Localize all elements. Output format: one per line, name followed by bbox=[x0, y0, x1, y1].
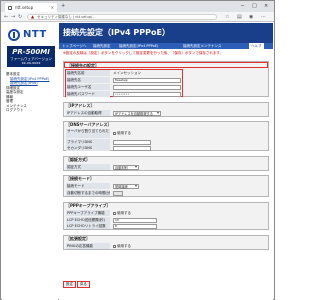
tab-top[interactable]: トップページへ bbox=[62, 43, 86, 49]
select-value: 常時接続 bbox=[115, 185, 128, 189]
browser-window: ntt.setup × + ─ □ × ← → ↻ ▲ セキュリティ保護なし |… bbox=[0, 0, 275, 300]
brand-name: NTT bbox=[23, 29, 47, 40]
page-banner: 接続先設定（IPv4 PPPoE） bbox=[59, 23, 273, 43]
ip-mode-select[interactable]: IPアドレスを自動取得する bbox=[113, 111, 161, 116]
checkbox-label: 使用する bbox=[117, 131, 131, 135]
field-label: PINGの応答機能 bbox=[66, 243, 110, 249]
select-value: 自動判別 bbox=[115, 166, 128, 170]
tab-help[interactable]: ヘルプ bbox=[249, 43, 264, 49]
password-input[interactable]: •••••••• bbox=[113, 92, 181, 97]
echo-interval-input[interactable]: 10 bbox=[113, 218, 157, 223]
close-window-icon[interactable]: × bbox=[264, 3, 268, 9]
page-title: 接続先設定（IPv4 PPPoE） bbox=[63, 28, 170, 37]
model-badge: PR-500MI ファームウェアバージョン xx.xx.xxxx bbox=[7, 46, 55, 67]
profile-icon[interactable]: ◉ bbox=[249, 14, 253, 20]
sidebar: NTT PR-500MI ファームウェアバージョン xx.xx.xxxx 基本設… bbox=[2, 23, 58, 300]
firmware-version: xx.xx.xxxx bbox=[21, 61, 41, 65]
secondary-dns-input[interactable] bbox=[113, 146, 151, 151]
sidebar-menu: 基本設定 接続先設定(IPv4 PPPoE) 接続先設定(IPv6) 詳細設定 高度な設… bbox=[6, 72, 58, 113]
section-connection-mode: ［接続モード］ 接続モード 常時接続 自動切断するまでの時間(分) bbox=[63, 175, 269, 197]
forward-icon[interactable]: → bbox=[11, 14, 15, 20]
ntt-logo: NTT bbox=[8, 29, 52, 41]
field-value: メインセッション bbox=[113, 71, 141, 75]
section-auth: ［認証方式］ 認証方式 自動判別 bbox=[63, 156, 269, 171]
address-text: セキュリティ保護なし | ntt.setup/... bbox=[37, 15, 96, 19]
field-label: 接続先名 bbox=[66, 77, 110, 83]
minimize-icon[interactable]: ─ bbox=[241, 3, 244, 9]
back-button[interactable]: 戻る bbox=[77, 281, 90, 288]
select-value: IPアドレスを自動取得する bbox=[115, 112, 153, 116]
input-value: 6 bbox=[115, 224, 117, 228]
address-bar-row: ← → ↻ ▲ セキュリティ保護なし | ntt.setup/... ☆ ▤ ◉… bbox=[1, 12, 274, 22]
field-label: IPアドレスの自動取得 bbox=[66, 110, 110, 116]
section-header: ［PPPキープアライブ］ bbox=[66, 203, 111, 208]
dns-assigned-checkbox[interactable]: 使用する bbox=[113, 130, 131, 136]
section-header: ［接続モード］ bbox=[66, 176, 94, 181]
page-icon bbox=[8, 6, 12, 10]
keepalive-checkbox[interactable]: 使用する bbox=[113, 210, 131, 216]
section-header: ［IPアドレス］ bbox=[66, 103, 95, 108]
section-ip-address: ［IPアドレス］ IPアドレスの自動取得 IPアドレスを自動取得する bbox=[63, 102, 269, 117]
tab-connection[interactable]: 接続先設定 bbox=[93, 43, 111, 49]
checkbox-icon bbox=[113, 244, 116, 248]
tab-maintenance[interactable]: 接続先設定メンテナンス bbox=[183, 43, 221, 49]
field-label: PPPキープアライブ機能 bbox=[66, 210, 110, 216]
section-header: ［認証方式］ bbox=[66, 157, 90, 162]
input-value: 10 bbox=[115, 218, 119, 222]
username-input[interactable] bbox=[113, 85, 181, 90]
field-label: 接続先パスワード bbox=[66, 91, 110, 97]
browser-tab[interactable]: ntt.setup × bbox=[5, 3, 57, 12]
primary-dns-input[interactable] bbox=[113, 140, 151, 145]
checkbox-label: 使用する bbox=[117, 244, 131, 248]
collections-icon[interactable]: ▤ bbox=[237, 14, 242, 20]
input-value: flesetsjp bbox=[115, 78, 128, 82]
checkbox-label: 使用する bbox=[117, 211, 131, 215]
new-tab-icon[interactable]: + bbox=[61, 4, 65, 9]
notice-text: ※設定の反映は［設定］ボタンをクリックして設定変更を行った後、［保存］ボタンで保… bbox=[63, 51, 223, 55]
reload-icon[interactable]: ↻ bbox=[18, 14, 22, 20]
section-keepalive: ［PPPキープアライブ］ PPPキープアライブ機能 使用する LCP ECHO送… bbox=[63, 202, 269, 230]
disconnect-minutes-input[interactable] bbox=[113, 191, 123, 196]
section-dns: ［DNSサーバアドレス］ サーバから割り当てられたアドレス 使用する プライマリ… bbox=[63, 121, 269, 151]
input-value: •••••••• bbox=[115, 92, 130, 96]
back-icon[interactable]: ← bbox=[4, 14, 8, 20]
tab-bar: ntt.setup × + ─ □ × bbox=[1, 1, 274, 12]
field-label: 接続先ユーザ名 bbox=[66, 84, 110, 90]
field-label: LCP ECHOリトライ回数 bbox=[66, 223, 110, 229]
field-label: サーバから割り当てられたアドレス bbox=[66, 129, 110, 138]
checkbox-icon bbox=[113, 131, 116, 135]
section-header: ［DNSサーバアドレス］ bbox=[66, 122, 112, 127]
checkbox-icon bbox=[113, 211, 116, 215]
section-header: ［拡張設定］ bbox=[66, 236, 90, 241]
field-label: セカンダリDNS bbox=[66, 145, 110, 151]
section-header: ［接続先の設定］ bbox=[64, 62, 268, 68]
section-extension: ［拡張設定］ PINGの応答機能 使用する bbox=[63, 235, 269, 250]
tab-title: ntt.setup bbox=[15, 5, 34, 10]
field-label: 接続先名前 bbox=[66, 70, 110, 76]
model-name: PR-500MI bbox=[12, 48, 50, 56]
field-label: 自動切断するまでの時間(分) bbox=[66, 190, 110, 196]
more-icon[interactable]: ⋯ bbox=[261, 14, 266, 20]
star-icon[interactable]: ☆ bbox=[225, 14, 229, 20]
page-tabs: トップページへ 接続先設定 接続先設定(IPv4 PPPoE) 接続先設定メンテ… bbox=[59, 43, 273, 49]
field-label: 接続モード bbox=[66, 183, 110, 189]
field-label: 認証方式 bbox=[66, 164, 110, 170]
tab-pppoe[interactable]: 接続先設定(IPv4 PPPoE) bbox=[119, 43, 158, 49]
echo-retry-input[interactable]: 6 bbox=[113, 224, 157, 229]
section-connection: ［接続先の設定］ 接続先名前 メインセッション 接続先名 flesetsjp 接… bbox=[63, 61, 269, 97]
ntt-logo-mark-icon bbox=[8, 29, 20, 41]
main-content: 接続先設定（IPv4 PPPoE） トップページへ 接続先設定 接続先設定(IP… bbox=[59, 23, 273, 300]
close-tab-icon[interactable]: × bbox=[51, 5, 54, 10]
set-button[interactable]: 設定 bbox=[63, 281, 76, 288]
address-bar[interactable]: ▲ セキュリティ保護なし | ntt.setup/... bbox=[27, 14, 217, 20]
maximize-icon[interactable]: □ bbox=[252, 3, 257, 9]
sidebar-item-8[interactable]: ログアウト bbox=[6, 108, 58, 113]
warning-icon: ▲ bbox=[31, 14, 35, 19]
connection-name-input[interactable]: flesetsjp bbox=[113, 78, 181, 83]
auth-method-select[interactable]: 自動判別 bbox=[113, 165, 139, 170]
ping-checkbox[interactable]: 使用する bbox=[113, 243, 131, 249]
connection-mode-select[interactable]: 常時接続 bbox=[113, 184, 139, 189]
